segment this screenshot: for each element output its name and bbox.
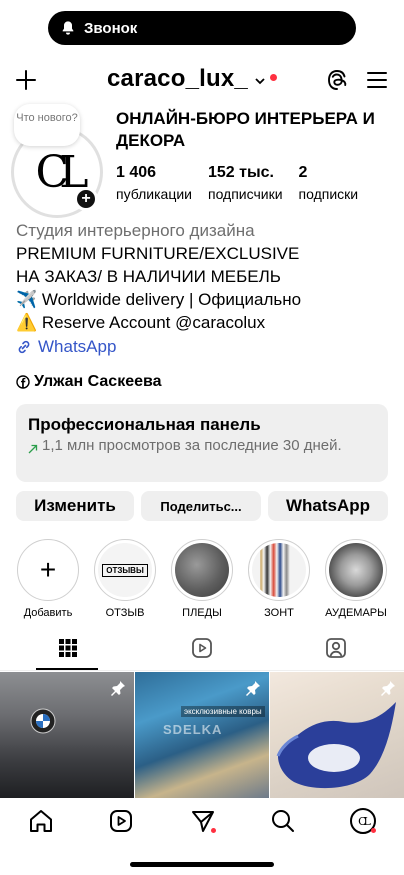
tab-divider [0,670,404,671]
profile-header: caraco_lux_ [0,60,404,100]
trend-up-icon [28,444,38,454]
chevron-down-icon [255,78,265,85]
highlight-label: ОТЗЫВ [105,607,145,619]
highlight-cover: + [21,543,75,597]
bio-line: PREMIUM FURNITURE/EXCLUSIVE [16,244,300,263]
profile-actions: Изменить Поделитьс... WhatsApp [16,491,388,521]
highlight-label: ПЛЕДЫ [182,607,222,619]
highlight-cover [175,543,229,597]
facebook-profile-link[interactable]: Улжан Саскеева [16,373,162,391]
plus-icon: + [39,554,57,585]
stat-followers[interactable]: 152 тыс. подписчики [208,164,283,206]
post-thumbnail[interactable] [270,672,404,798]
profile-notification-dot [371,828,376,833]
bio-link-text: WhatsApp [38,337,117,356]
bio-link[interactable]: WhatsApp [16,337,116,357]
post-thumbnail[interactable] [0,672,134,798]
highlight-cover: ОТЗЫВЫ [98,543,152,597]
search-icon[interactable] [270,808,296,834]
notification-dot [269,73,277,81]
profile-bio: Студия интерьерного дизайна PREMIUM FURN… [16,219,396,334]
highlight-label: ЗОНТ [264,607,294,619]
highlight-label: Добавить [23,607,73,619]
home-icon[interactable] [28,808,54,834]
pin-icon [246,681,260,696]
dashboard-views: 1,1 млн просмотров за последние 30 дней. [42,437,342,454]
facebook-icon [16,375,30,389]
stat-label: подписки [298,186,359,202]
whatsapp-button[interactable]: WhatsApp [268,491,388,521]
add-story-button[interactable]: + [74,187,98,211]
note-bubble[interactable]: Что нового? [14,104,80,146]
stat-posts[interactable]: 1 406 публикации [116,164,192,206]
pin-icon [381,681,395,696]
posts-grid: эксклюзивные ковры SDELKA [0,672,404,798]
highlight-cover-text: ОТЗЫВЫ [102,563,148,577]
content-tabs [0,636,404,672]
highlight-cover [252,543,306,597]
highlight-umbrella[interactable]: ЗОНТ [241,539,317,619]
plus-icon: + [81,190,91,207]
story-highlights: + Добавить ОТЗЫВЫ ОТЗЫВ ПЛЕДЫ ЗОНТ АУДЕМ… [10,539,400,619]
create-plus-icon[interactable] [14,68,38,92]
account-switcher[interactable]: caraco_lux_ [107,65,277,93]
highlight-ring [248,539,310,601]
highlight-label: АУДЕМАРЫ [325,607,387,619]
stat-label: подписчики [208,186,283,202]
stat-label: публикации [116,186,192,202]
post-caption: эксклюзивные ковры [181,706,265,717]
highlight-ring: + [17,539,79,601]
stat-value: 152 тыс. [208,164,274,181]
highlight-cover [329,543,383,597]
highlight-ring: ОТЗЫВЫ [94,539,156,601]
active-call-pill[interactable]: Звонок [48,11,356,45]
bell-icon [62,21,74,35]
bio-line: НА ЗАКАЗ/ В НАЛИЧИИ МЕБЕЛЬ [16,267,281,286]
bio-line: ✈️ Worldwide delivery | Официально [16,290,302,309]
dashboard-subtitle: 1,1 млн просмотров за последние 30 дней. [28,436,376,456]
dashboard-title: Профессиональная панель [28,415,261,434]
bio-line: ⚠️ Reserve Account @caracolux [16,313,266,332]
share-profile-button[interactable]: Поделитьс... [141,491,261,521]
highlight-blankets[interactable]: ПЛЕДЫ [164,539,240,619]
professional-dashboard[interactable]: Профессиональная панель 1,1 млн просмотр… [16,404,388,482]
grid-icon[interactable] [56,636,80,660]
profile-full-name: ОНЛАЙН-БЮРО ИНТЕРЬЕРА И ДЕКОРА [116,109,375,150]
stat-value: 2 [298,164,308,181]
threads-icon[interactable] [325,68,349,92]
pin-icon [111,681,125,696]
bottom-nav: CL [0,798,404,848]
stat-following[interactable]: 2 подписки [299,164,359,206]
edit-profile-button[interactable]: Изменить [16,491,134,521]
highlight-reviews[interactable]: ОТЗЫВЫ ОТЗЫВ [87,539,163,619]
highlight-audemars[interactable]: АУДЕМАРЫ [318,539,394,619]
reels-icon[interactable] [190,636,214,660]
messages-notification-dot [211,828,216,833]
username: caraco_lux_ [107,65,248,92]
decor-dish-image [276,702,396,789]
highlight-ring [171,539,233,601]
avatar-logo: CL [35,146,89,198]
reels-icon[interactable] [108,808,134,834]
bmw-logo-icon [30,708,56,734]
post-thumbnail[interactable]: эксклюзивные ковры SDELKA [135,672,269,798]
home-indicator [130,862,274,867]
menu-icon[interactable] [366,69,388,91]
bio-category: Студия интерьерного дизайна [16,221,255,240]
stat-value: 1 406 [116,164,157,181]
post-watermark: SDELKA [163,722,223,737]
facebook-name: Улжан Саскеева [34,373,162,390]
profile-stats: 1 406 публикации 152 тыс. подписчики 2 п… [116,164,374,206]
tagged-icon[interactable] [324,636,348,660]
highlight-new[interactable]: + Добавить [10,539,86,619]
call-label: Звонок [84,19,138,37]
highlight-ring [325,539,387,601]
link-icon [18,340,30,354]
